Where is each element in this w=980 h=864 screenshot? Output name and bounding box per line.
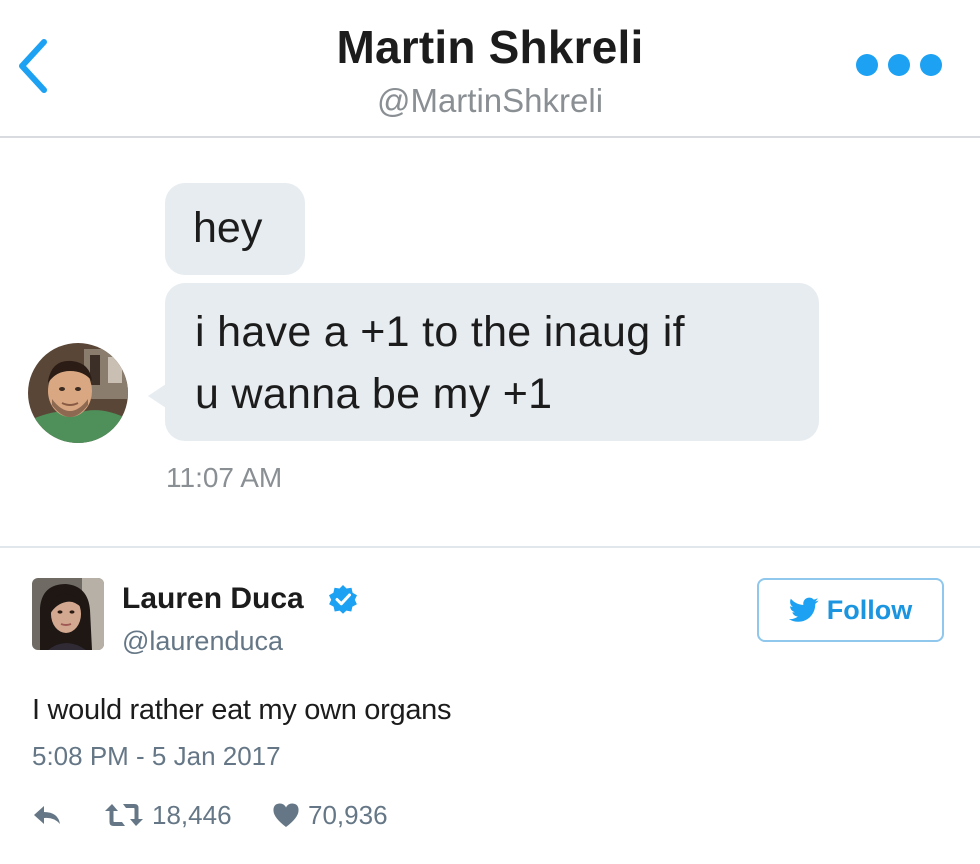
tweet-text: I would rather eat my own organs — [32, 694, 452, 726]
ellipsis-icon — [888, 54, 910, 76]
ellipsis-icon — [920, 54, 942, 76]
sender-avatar[interactable] — [28, 343, 128, 443]
message-bubble[interactable]: i have a +1 to the inaug if u wanna be m… — [165, 283, 819, 441]
retweet-button[interactable]: 18,446 — [104, 798, 232, 832]
tweet-author-name[interactable]: Lauren Duca — [122, 582, 304, 616]
message-text-line: u wanna be my +1 — [195, 370, 553, 418]
tweet-author-handle[interactable]: @laurenduca — [122, 626, 283, 657]
message-bubble[interactable]: hey — [165, 183, 305, 275]
embedded-tweet: Lauren Duca @laurenduca Follow I would r… — [0, 546, 980, 864]
reply-button[interactable] — [32, 798, 72, 832]
ellipsis-icon — [856, 54, 878, 76]
retweet-icon — [105, 804, 143, 826]
message-timestamp: 11:07 AM — [166, 462, 283, 493]
verified-badge-icon — [329, 585, 357, 614]
like-button[interactable]: 70,936 — [272, 798, 388, 832]
conversation-handle: @MartinShkreli — [376, 82, 604, 119]
bubble-tail — [148, 384, 166, 408]
twitter-screenshot: Martin Shkreli @MartinShkreli hey i have… — [0, 0, 980, 864]
retweet-count: 18,446 — [152, 799, 232, 830]
message-text: hey — [193, 204, 263, 252]
dm-header: Martin Shkreli @MartinShkreli — [0, 0, 980, 138]
avatar-image — [32, 578, 104, 650]
reply-icon — [34, 806, 60, 824]
follow-button[interactable]: Follow — [757, 578, 944, 642]
twitter-bird-icon — [788, 597, 819, 622]
heart-icon — [273, 803, 299, 827]
tweet-timestamp[interactable]: 5:08 PM - 5 Jan 2017 — [32, 741, 281, 772]
more-options-button[interactable] — [856, 50, 942, 80]
follow-label: Follow — [826, 594, 913, 625]
like-count: 70,936 — [308, 799, 388, 830]
conversation-title: Martin Shkreli — [336, 21, 644, 73]
avatar-image — [28, 343, 128, 443]
message-text-line: i have a +1 to the inaug if — [195, 308, 685, 356]
tweet-author-avatar[interactable] — [32, 578, 104, 650]
